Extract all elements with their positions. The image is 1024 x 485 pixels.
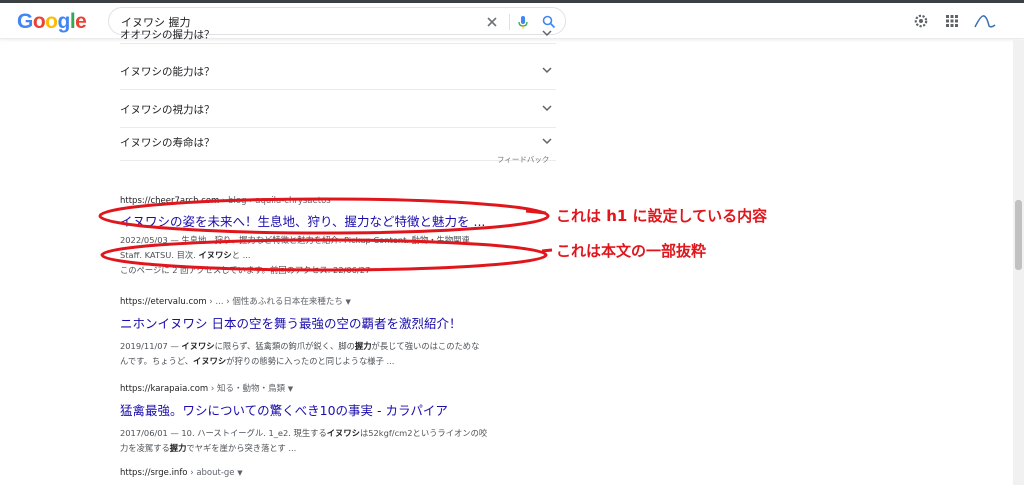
result-path: › about-ge — [187, 468, 235, 478]
paa-item[interactable]: イヌワシの寿命は？ — [120, 123, 556, 161]
result-url: https://cheer7arch.com › blog › aquila-c… — [120, 196, 550, 206]
paa-item-partial[interactable]: オオワシの握力は？ — [120, 24, 556, 44]
snippet-text: 生息地、狩り、握力など特徴と魅力を紹介. Pickup Content. 動物・… — [181, 235, 470, 245]
logo-letter: G — [17, 10, 33, 33]
snippet-text: 力を凌駕する — [120, 443, 170, 453]
result-url: https://etervalu.com › ... › 個性あふれる日本在来種… — [120, 295, 550, 307]
settings-gear-icon[interactable] — [913, 13, 929, 29]
snippet-text: に限らず、猛禽類の鉤爪が鋭く、脚の — [214, 341, 355, 351]
account-avatar-icon[interactable] — [973, 13, 997, 29]
snippet-keyword: イヌワシ — [181, 341, 215, 351]
chevron-down-icon — [542, 105, 552, 112]
result-menu-arrow-icon[interactable]: ▼ — [288, 385, 293, 393]
apps-grid-icon[interactable] — [944, 13, 960, 29]
logo-letter: g — [57, 10, 71, 33]
search-result: https://karapaia.com › 知る・動物・鳥類 ▼ 猛禽最強。ワ… — [120, 382, 550, 456]
result-domain: https://karapaia.com — [120, 384, 209, 394]
logo-letter: o — [45, 10, 58, 33]
chevron-down-icon — [542, 138, 552, 145]
result-menu-arrow-icon[interactable]: ▼ — [346, 298, 351, 306]
snippet-text: Staff. KATSU. 目次. — [120, 250, 199, 260]
body-annotation-label: これは本文の一部抜粋 — [556, 242, 707, 260]
result-title-link[interactable]: ニホンイヌワシ 日本の空を舞う最強の空の覇者を激烈紹介！ — [120, 313, 550, 332]
snippet-keyword: 握力 — [354, 341, 372, 351]
result-url: https://srge.info › about-ge ▼ — [120, 468, 550, 478]
snippet-text: が狩りの態勢に入ったのと同じような様子 ... — [226, 356, 395, 366]
result-domain: https://etervalu.com — [120, 297, 207, 307]
result-snippet: 2022/05/03 — 生息地、狩り、握力など特徴と魅力を紹介. Pickup… — [120, 233, 550, 278]
snippet-text: 10. ハーストイーグル. 1_e2. 現生する — [181, 428, 327, 438]
paa-question: オオワシの握力は？ — [120, 29, 215, 41]
logo-letter: e — [75, 10, 87, 33]
scrollbar-thumb[interactable] — [1015, 200, 1022, 270]
feedback-link[interactable]: フィードバック — [497, 154, 549, 165]
paa-question: イヌワシの能力は？ — [120, 66, 215, 78]
result-title-link[interactable]: イヌワシの姿を未来へ！生息地、狩り、握力など特徴と魅力を ... — [120, 211, 550, 230]
paa-question: イヌワシの寿命は？ — [120, 137, 215, 149]
chevron-down-icon — [542, 30, 552, 37]
paa-item[interactable]: イヌワシの能力は？ — [120, 52, 556, 90]
result-domain: https://srge.info — [120, 468, 188, 478]
result-menu-arrow-icon[interactable]: ▼ — [237, 469, 242, 477]
paa-question: イヌワシの視力は？ — [120, 104, 215, 116]
result-path: › 知る・動物・鳥類 — [208, 384, 285, 394]
snippet-text: と ... — [231, 250, 251, 260]
result-title-link[interactable]: 猛禽最強。ワシについての驚くべき10の事実 - カラパイア — [120, 400, 550, 419]
result-path: › blog › aquila-chrysaetos — [219, 196, 331, 206]
snippet-text: は52kgf/cm2というライオンの咬 — [359, 428, 488, 438]
result-snippet: 2019/11/07 — イヌワシに限らず、猛禽類の鉤爪が鋭く、脚の握力が長じて… — [120, 339, 550, 369]
result-snippet: 2017/06/01 — 10. ハーストイーグル. 1_e2. 現生するイヌワ… — [120, 426, 550, 456]
visited-note: このページに 2 回アクセスしています。前回のアクセス: 22/06/27 — [120, 265, 371, 275]
h1-annotation-label: これは h1 に設定している内容 — [556, 207, 768, 225]
logo-letter: o — [32, 10, 46, 33]
search-result: https://etervalu.com › ... › 個性あふれる日本在来種… — [120, 295, 550, 369]
snippet-text: んです。ちょうど、 — [120, 356, 194, 366]
snippet-keyword: イヌワシ — [193, 356, 227, 366]
result-url: https://karapaia.com › 知る・動物・鳥類 ▼ — [120, 382, 550, 394]
search-result: https://cheer7arch.com › blog › aquila-c… — [120, 196, 550, 278]
snippet-keyword: 握力 — [169, 443, 187, 453]
chevron-down-icon — [542, 67, 552, 74]
result-domain: https://cheer7arch.com — [120, 196, 220, 206]
snippet-text: が長じて強いのはこのためな — [371, 341, 480, 351]
page-scrollbar[interactable] — [1013, 40, 1024, 485]
snippet-keyword: イヌワシ — [198, 250, 232, 260]
result-date: 2017/06/01 — — [120, 428, 182, 438]
snippet-keyword: イヌワシ — [326, 428, 360, 438]
result-date: 2022/05/03 — — [120, 235, 182, 245]
result-path: › ... › 個性あふれる日本在来種たち — [206, 297, 343, 307]
result-date: 2019/11/07 — — [120, 341, 182, 351]
snippet-text: でヤギを崖から突き落とす ... — [186, 443, 297, 453]
search-result: https://srge.info › about-ge ▼ — [120, 468, 550, 478]
google-logo[interactable]: Google — [17, 10, 87, 34]
